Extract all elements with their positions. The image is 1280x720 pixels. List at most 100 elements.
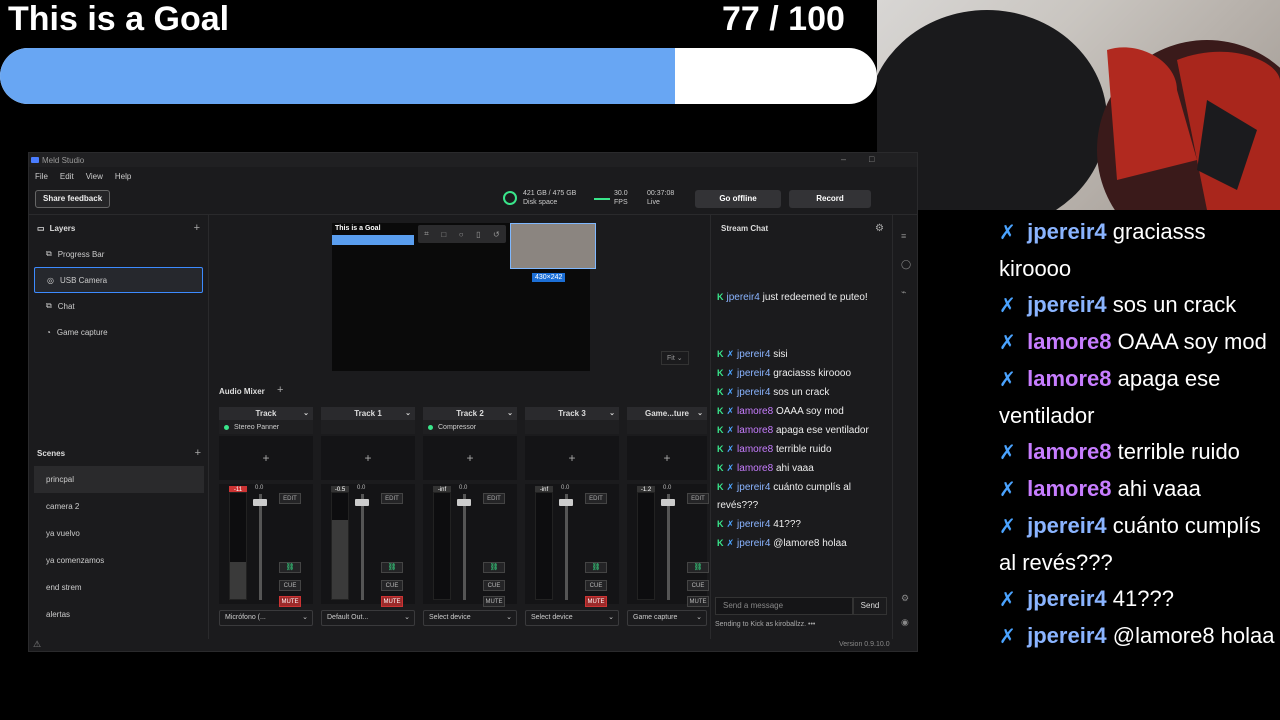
more-icon[interactable]: ••• <box>808 621 815 628</box>
device-select[interactable]: Default Out... ⌄ <box>321 610 415 626</box>
cue-button[interactable]: CUE <box>483 580 505 591</box>
layer-game-capture[interactable]: ◔ Game capture <box>34 319 203 345</box>
link-icon[interactable]: ⛓ <box>279 562 301 573</box>
cue-button[interactable]: CUE <box>279 580 301 591</box>
mute-button[interactable]: MUTE <box>381 596 403 607</box>
chat-icon[interactable]: ◯ <box>901 259 911 270</box>
chat-user[interactable]: jpereir4 <box>737 482 770 493</box>
chat-user[interactable]: lamore8 <box>737 444 773 455</box>
device-select[interactable]: Select device ⌄ <box>423 610 517 626</box>
add-scene-button[interactable]: + <box>195 447 201 459</box>
layer-usb-camera[interactable]: ◎ USB Camera <box>34 267 203 293</box>
minimize-icon[interactable]: – <box>841 154 846 164</box>
chat-user[interactable]: jpereir4 <box>737 519 770 530</box>
add-filter-button[interactable]: + <box>525 436 619 480</box>
scene-item[interactable]: princpal <box>34 466 204 493</box>
mute-button[interactable]: MUTE <box>687 596 709 607</box>
tool-icon[interactable]: ▯ <box>476 230 480 239</box>
chat-user[interactable]: lamore8 <box>737 406 773 417</box>
link-icon[interactable]: ⛓ <box>585 562 607 573</box>
avatar[interactable]: ◉ <box>901 617 909 628</box>
edit-button[interactable]: EDIT <box>279 493 301 504</box>
scene-item[interactable]: camera 2 <box>34 493 204 520</box>
device-select[interactable]: Micrófono (... ⌄ <box>219 610 313 626</box>
track-name[interactable]: Track 3 ⌄ <box>525 407 619 420</box>
tool-icon[interactable]: ○ <box>459 230 464 239</box>
chat-user[interactable]: jpereir4 <box>737 538 770 549</box>
chat-user[interactable]: lamore8 <box>737 425 773 436</box>
tool-icon[interactable]: □ <box>441 230 446 239</box>
add-filter-button[interactable]: + <box>423 436 517 480</box>
signal-icon[interactable]: ⌁ <box>901 287 906 298</box>
mute-button[interactable]: MUTE <box>483 596 505 607</box>
fit-select[interactable]: Fit ⌄ <box>661 351 689 365</box>
menu-icon[interactable]: ≡ <box>901 231 906 241</box>
fader-knob[interactable] <box>457 499 471 506</box>
maximize-icon[interactable]: □ <box>869 154 874 164</box>
fader-track[interactable] <box>667 494 670 600</box>
warning-icon[interactable]: ⚠ <box>33 639 41 650</box>
chat-user[interactable]: jpereir4 <box>737 368 770 379</box>
track-filter[interactable] <box>321 420 415 434</box>
menu-help[interactable]: Help <box>115 172 131 181</box>
scene-item[interactable]: alertas <box>34 601 204 628</box>
link-icon[interactable]: ⛓ <box>687 562 709 573</box>
device-select[interactable]: Select device ⌄ <box>525 610 619 626</box>
cue-button[interactable]: CUE <box>687 580 709 591</box>
scene-item[interactable]: ya vuelvo <box>34 520 204 547</box>
layer-progress-bar[interactable]: ⧉ Progress Bar <box>34 241 203 267</box>
add-track-button[interactable]: + <box>277 384 283 396</box>
gear-icon[interactable]: ⚙ <box>875 223 884 234</box>
add-filter-button[interactable]: + <box>627 436 707 480</box>
reset-icon[interactable]: ↺ <box>493 230 500 239</box>
edit-button[interactable]: EDIT <box>687 493 709 504</box>
chat-message-input[interactable]: Send a message <box>715 597 853 615</box>
go-offline-button[interactable]: Go offline <box>695 190 781 208</box>
mute-button[interactable]: MUTE <box>585 596 607 607</box>
add-filter-button[interactable]: + <box>321 436 415 480</box>
chat-send-button[interactable]: Send <box>853 597 887 615</box>
link-icon[interactable]: ⛓ <box>483 562 505 573</box>
cue-button[interactable]: CUE <box>585 580 607 591</box>
track-name[interactable]: Game...ture ⌄ <box>627 407 707 420</box>
menu-file[interactable]: File <box>35 172 48 181</box>
scene-preview[interactable]: This is a Goal ⌗ □ ○ ▯ ↺ 430×242 <box>332 223 596 371</box>
fader-knob[interactable] <box>253 499 267 506</box>
fader-knob[interactable] <box>355 499 369 506</box>
track-filter[interactable]: Stereo Panner <box>219 420 313 434</box>
share-feedback-button[interactable]: Share feedback <box>35 190 111 208</box>
fader-track[interactable] <box>361 494 364 600</box>
menu-edit[interactable]: Edit <box>60 172 74 181</box>
chat-user[interactable]: lamore8 <box>737 463 773 474</box>
track-filter[interactable]: Compressor <box>423 420 517 434</box>
fader-track[interactable] <box>565 494 568 600</box>
fader-knob[interactable] <box>559 499 573 506</box>
track-filter[interactable] <box>627 420 707 434</box>
edit-button[interactable]: EDIT <box>483 493 505 504</box>
track-name[interactable]: Track ⌄ <box>219 407 313 420</box>
crop-icon[interactable]: ⌗ <box>424 229 429 239</box>
track-filter[interactable] <box>525 420 619 434</box>
settings-icon[interactable]: ⚙ <box>901 593 909 604</box>
device-select[interactable]: Game capture ⌄ <box>627 610 707 626</box>
mute-button[interactable]: MUTE <box>279 596 301 607</box>
link-icon[interactable]: ⛓ <box>381 562 403 573</box>
record-button[interactable]: Record <box>789 190 871 208</box>
chat-user[interactable]: jpereir4 <box>737 349 770 360</box>
edit-button[interactable]: EDIT <box>381 493 403 504</box>
add-filter-button[interactable]: + <box>219 436 313 480</box>
fader-track[interactable] <box>463 494 466 600</box>
track-name[interactable]: Track 2 ⌄ <box>423 407 517 420</box>
cue-button[interactable]: CUE <box>381 580 403 591</box>
scene-item[interactable]: end strem <box>34 574 204 601</box>
edit-button[interactable]: EDIT <box>585 493 607 504</box>
fader-track[interactable] <box>259 494 262 600</box>
layer-chat[interactable]: ⧉ Chat <box>34 293 203 319</box>
track-name[interactable]: Track 1 ⌄ <box>321 407 415 420</box>
preview-camera-selection[interactable] <box>510 223 596 269</box>
menu-view[interactable]: View <box>86 172 103 181</box>
fader-knob[interactable] <box>661 499 675 506</box>
add-layer-button[interactable]: + <box>194 222 200 234</box>
scene-item[interactable]: ya comenzamos <box>34 547 204 574</box>
chat-user[interactable]: jpereir4 <box>737 387 770 398</box>
